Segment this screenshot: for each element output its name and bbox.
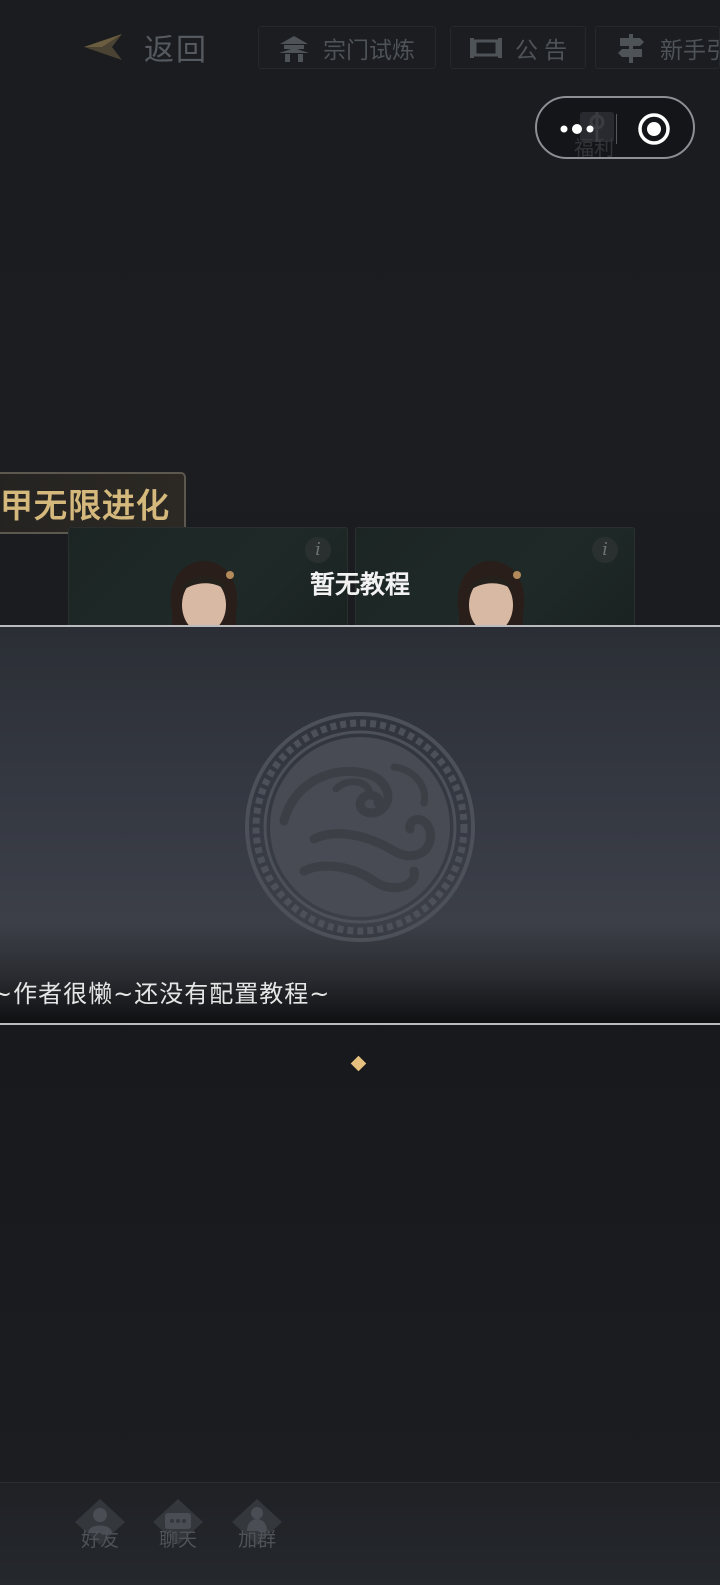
- pagoda-icon: [279, 35, 309, 62]
- scroll-icon: [470, 37, 502, 58]
- newbie-guide-button[interactable]: 新手引: [595, 26, 720, 69]
- sect-trial-label: 宗门试炼: [323, 37, 415, 64]
- bottom-bar: 好友 聊天 加群: [0, 1482, 720, 1585]
- info-icon[interactable]: i: [592, 537, 618, 563]
- newbie-guide-label: 新手引: [660, 37, 719, 64]
- more-icon[interactable]: [559, 115, 595, 143]
- tutorial-title: 暂无教程: [309, 570, 410, 599]
- capsule-divider: [616, 114, 617, 144]
- sect-trial-button[interactable]: 宗门试炼: [258, 26, 436, 69]
- cloud-emblem-icon: [245, 712, 475, 942]
- chat-button[interactable]: 聊天: [148, 1497, 208, 1567]
- announcement-button[interactable]: 公告: [450, 26, 586, 69]
- friends-button[interactable]: 好友: [70, 1497, 130, 1567]
- signpost-icon: [618, 33, 644, 63]
- back-arrow-icon: [84, 34, 122, 60]
- miniprogram-capsule: [535, 96, 695, 159]
- back-label: 返回: [144, 33, 208, 68]
- empty-message: ~作者很懒~还没有配置教程~: [0, 980, 331, 1008]
- friends-label: 好友: [80, 1529, 119, 1551]
- back-button[interactable]: 返回: [78, 24, 208, 70]
- tutorial-panel: ~作者很懒~还没有配置教程~: [0, 625, 720, 1025]
- banner-text: 甲无限进化: [0, 486, 170, 525]
- info-icon[interactable]: i: [305, 537, 331, 563]
- join-group-label: 加群: [237, 1529, 276, 1551]
- evolution-banner[interactable]: 甲无限进化: [0, 472, 186, 534]
- chat-label: 聊天: [158, 1529, 197, 1551]
- announcement-label: 公告: [515, 37, 573, 64]
- join-group-button[interactable]: 加群: [227, 1497, 287, 1567]
- close-miniprogram-icon[interactable]: [637, 112, 671, 146]
